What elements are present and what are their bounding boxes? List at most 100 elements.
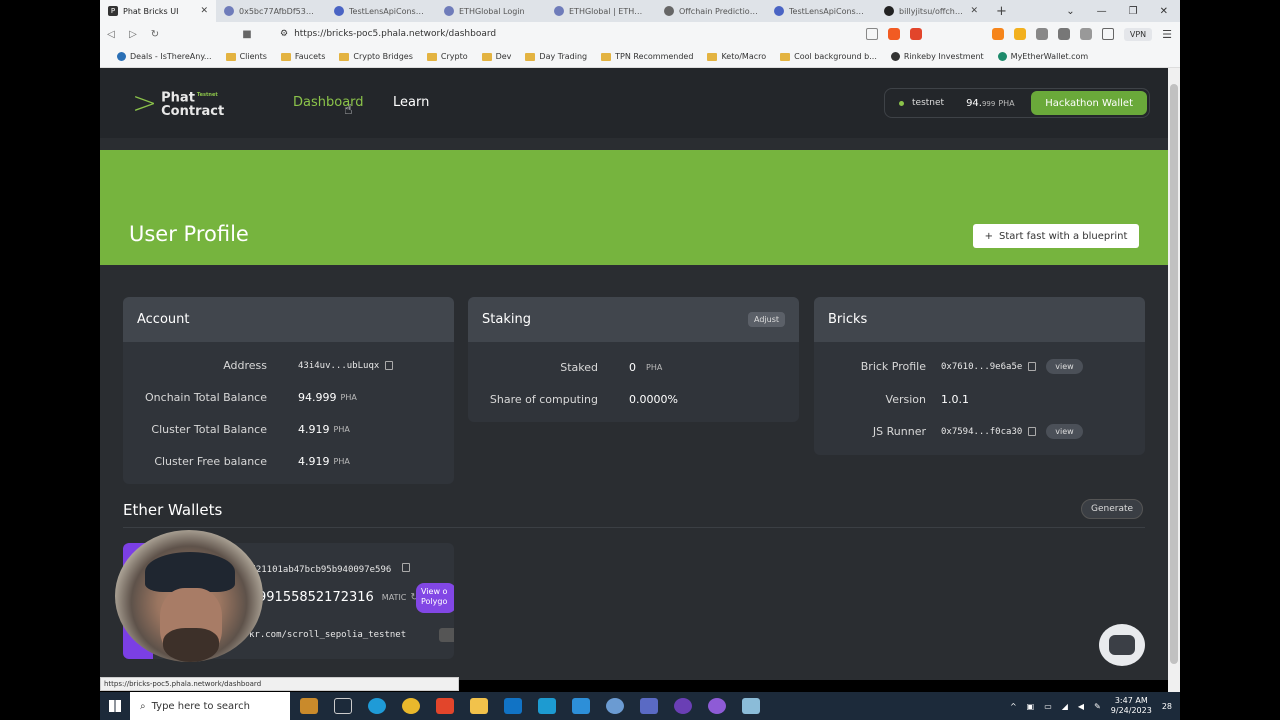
person-beard	[163, 628, 219, 662]
view-brick-profile-button[interactable]: view	[1046, 359, 1083, 374]
minimize-icon[interactable]: —	[1097, 6, 1107, 17]
balance-unit: PHA	[998, 98, 1015, 108]
edge-icon[interactable]	[368, 698, 386, 714]
tray-icon[interactable]: ▭	[1044, 702, 1052, 711]
metamask-icon[interactable]	[991, 28, 1004, 40]
tab-lens-consumer[interactable]: TestLensApiConsume	[326, 0, 436, 22]
vpn-button[interactable]: VPN	[1123, 27, 1153, 41]
outlook-icon[interactable]	[504, 698, 522, 714]
maximize-icon[interactable]: ❐	[1129, 6, 1138, 17]
notifications-count[interactable]: 28	[1162, 702, 1172, 711]
bookmark-keto[interactable]: Keto/Macro	[700, 52, 773, 61]
close-tab-icon[interactable]: ✕	[200, 6, 208, 16]
tab-ethglobal[interactable]: ETHGlobal | ETHGlob	[546, 0, 656, 22]
bookmark-rinkeby[interactable]: Rinkeby Investment	[884, 52, 991, 61]
bookmark-label: Faucets	[294, 52, 326, 61]
tab-lens-consumer-2[interactable]: TestLensApiConsume	[766, 0, 876, 22]
forward-icon[interactable]: ▷	[122, 29, 144, 40]
address-row: Address 43i4uv...ubLuqx	[123, 359, 394, 372]
share-icon[interactable]	[865, 28, 878, 40]
chevron-up-icon[interactable]: ^	[1010, 702, 1017, 711]
media-icon[interactable]	[1079, 28, 1092, 40]
menu-icon[interactable]: ☰	[1162, 28, 1172, 41]
tab-ethglobal-login[interactable]: ETHGlobal Login	[436, 0, 546, 22]
tab-github[interactable]: billyjitsu/offchain-pre ✕	[876, 0, 986, 22]
hackathon-wallet-button[interactable]: Hackathon Wallet	[1031, 91, 1147, 115]
app-icon[interactable]	[640, 698, 658, 714]
bookmark-myetherwallet[interactable]: MyEtherWallet.com	[991, 52, 1096, 61]
tab-offchain-prediction[interactable]: Offchain Prediction A	[656, 0, 766, 22]
github-desktop-icon[interactable]	[708, 698, 726, 714]
bookmark-crypto[interactable]: Crypto	[420, 52, 475, 61]
briefcase-icon[interactable]	[300, 698, 318, 714]
bookmark-clients[interactable]: Clients	[219, 52, 274, 61]
close-window-icon[interactable]: ✕	[1160, 6, 1168, 17]
bookmark-tpn[interactable]: TPN Recommended	[594, 52, 700, 61]
volume-icon[interactable]: ◀	[1078, 702, 1084, 711]
extension-icon[interactable]	[1035, 28, 1048, 40]
app-icon[interactable]	[742, 698, 760, 714]
vscode-icon[interactable]	[572, 698, 590, 714]
mouse-pointer-icon: ☝	[344, 102, 353, 118]
bookmark-deals[interactable]: Deals - IsThereAny...	[110, 52, 219, 61]
view-js-runner-button[interactable]: view	[1046, 424, 1083, 439]
sidebar-icon[interactable]	[1101, 28, 1114, 40]
reload-icon[interactable]: ↻	[144, 29, 166, 40]
close-tab-icon[interactable]: ✕	[970, 6, 978, 16]
rpc-action-button[interactable]	[439, 628, 454, 642]
pen-icon[interactable]: ✎	[1094, 702, 1101, 711]
system-tray: ^ ▣ ▭ ◢ ◀ ✎ 3:47 AM 9/24/2023 28	[1010, 696, 1180, 716]
page-scrollbar[interactable]	[1168, 68, 1180, 692]
puzzle-icon[interactable]	[1057, 28, 1070, 40]
url-field[interactable]: ⚙ https://bricks-poc5.phala.network/dash…	[276, 25, 836, 43]
tab-phat-bricks[interactable]: P Phat Bricks UI ✕	[100, 0, 216, 22]
site-info-icon[interactable]: ⚙	[280, 29, 288, 39]
brave-shield-icon[interactable]	[887, 28, 900, 40]
tab-search-icon[interactable]: ⌄	[1066, 6, 1074, 17]
tab-etherscan[interactable]: 0x5bc77AfbDf5335D2	[216, 0, 326, 22]
copy-icon[interactable]	[1028, 427, 1037, 436]
nav-learn[interactable]: Learn	[393, 95, 429, 110]
discord-button[interactable]	[1099, 624, 1145, 666]
phat-contract-logo[interactable]: > Phat Testnet Contract	[132, 88, 224, 119]
bookmark-dev[interactable]: Dev	[475, 52, 519, 61]
generate-button[interactable]: Generate	[1081, 499, 1144, 519]
scrollbar-thumb[interactable]	[1170, 84, 1178, 664]
discord-app-icon[interactable]	[674, 698, 692, 714]
header-balance: 94.999 PHA	[966, 98, 1015, 109]
back-icon[interactable]: ◁	[100, 29, 122, 40]
brave-icon[interactable]	[436, 698, 454, 714]
copy-icon[interactable]	[385, 361, 394, 370]
bookmark-icon[interactable]: ■	[236, 29, 258, 40]
tray-icon[interactable]: ▣	[1027, 702, 1035, 711]
new-tab-button[interactable]: +	[986, 4, 1017, 19]
clock[interactable]: 3:47 AM 9/24/2023	[1111, 696, 1152, 716]
extension-icon[interactable]	[1013, 28, 1026, 40]
discord-icon	[1109, 635, 1135, 655]
bookmark-cool-background[interactable]: Cool background b...	[773, 52, 884, 61]
cluster-total-label: Cluster Total Balance	[151, 423, 267, 436]
tab-title: ETHGlobal Login	[459, 6, 525, 16]
app-icon[interactable]	[606, 698, 624, 714]
wallet-balance-unit: MATIC	[381, 593, 407, 602]
bookmark-day-trading[interactable]: Day Trading	[518, 52, 594, 61]
view-on-polygon-button[interactable]: View o Polygo	[416, 583, 454, 613]
bookmark-faucets[interactable]: Faucets	[274, 52, 332, 61]
brave-rewards-icon[interactable]	[909, 28, 922, 40]
task-view-icon[interactable]	[334, 698, 352, 714]
taskbar-search[interactable]: ⌕ Type here to search	[130, 692, 290, 720]
file-explorer-icon[interactable]	[470, 698, 488, 714]
blueprint-button[interactable]: + Start fast with a blueprint	[973, 224, 1139, 248]
bookmark-crypto-bridges[interactable]: Crypto Bridges	[332, 52, 420, 61]
tab-title: TestLensApiConsume	[349, 6, 428, 16]
adjust-button[interactable]: Adjust	[747, 312, 785, 327]
copy-icon[interactable]	[402, 563, 411, 572]
app-icon[interactable]	[538, 698, 556, 714]
copy-icon[interactable]	[1028, 362, 1037, 371]
version-value: 1.0.1	[941, 393, 969, 406]
start-button[interactable]	[100, 692, 130, 720]
bricks-card-title: Bricks	[814, 297, 1145, 342]
chrome-icon[interactable]	[402, 698, 420, 714]
wifi-icon[interactable]: ◢	[1062, 702, 1068, 711]
folder-icon	[601, 52, 612, 61]
